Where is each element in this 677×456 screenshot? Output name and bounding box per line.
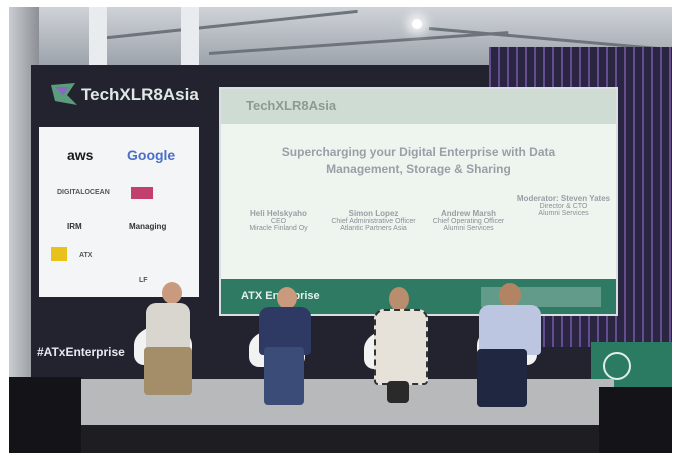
- speaker-org: Miracle Finland Oy: [249, 225, 308, 232]
- stage-speaker: [9, 377, 81, 453]
- legs: [387, 381, 409, 403]
- legs: [477, 349, 527, 407]
- pillar: [181, 7, 199, 67]
- speaker-card: Moderator: Steven Yates Director & CTO A…: [516, 194, 611, 217]
- speaker-role: CEO: [270, 218, 287, 225]
- sponsor-circle-icon: [603, 352, 631, 380]
- speaker-role: Chief Administrative Officer: [331, 218, 416, 225]
- speaker-name: Andrew Marsh: [440, 209, 497, 218]
- session-title: Supercharging your Digital Enterprise wi…: [251, 144, 586, 178]
- torso: [479, 305, 541, 355]
- screen-brand: TechXLR8Asia: [246, 98, 337, 113]
- stage-speaker: [599, 387, 672, 453]
- pillar: [89, 7, 107, 67]
- head: [389, 287, 409, 311]
- head: [499, 283, 521, 307]
- torso: [146, 303, 190, 353]
- sponsor-google: Google: [127, 147, 176, 163]
- speaker-name: Heli Helskyaho: [250, 209, 307, 218]
- ceiling-beam: [98, 9, 358, 40]
- ceiling-beam: [208, 31, 509, 55]
- sponsor-logo-mark: [131, 187, 153, 199]
- stage-front: [9, 425, 672, 453]
- sponsor-lf: LF: [139, 277, 148, 284]
- head: [162, 282, 182, 304]
- sponsor-irm: IRM: [67, 222, 82, 231]
- event-logo-icon: [51, 83, 77, 105]
- speaker-role: Director & CTO: [539, 203, 588, 210]
- presentation-screen: TechXLR8Asia Supercharging your Digital …: [219, 87, 618, 316]
- speaker-org: Alumni Services: [538, 210, 589, 217]
- session-title-line1: Supercharging your Digital Enterprise wi…: [281, 145, 556, 159]
- sponsor-logo-mark: [51, 247, 67, 261]
- speaker-org: Alumni Services: [443, 225, 494, 232]
- dress: [374, 309, 428, 385]
- speaker-name: Moderator: Steven Yates: [516, 194, 611, 203]
- session-title-line2: Management, Storage & Sharing: [326, 162, 511, 176]
- conference-photo: TechXLR8Asia aws Google DIGITALOCEAN IRM…: [9, 7, 672, 453]
- sponsor-aws: aws: [67, 147, 94, 163]
- sponsor-digitalocean: DIGITALOCEAN: [57, 189, 110, 196]
- sponsor-managing: Managing: [129, 222, 167, 231]
- speaker-role: Chief Operating Officer: [432, 218, 505, 225]
- head: [277, 287, 297, 309]
- speaker-card: Heli Helskyaho CEO Miracle Finland Oy: [231, 209, 326, 232]
- screen-header: TechXLR8Asia: [221, 89, 616, 124]
- speaker-name: Simon Lopez: [348, 209, 399, 218]
- legs: [144, 347, 192, 395]
- speaker-org: Atlantic Partners Asia: [340, 225, 407, 232]
- event-hashtag: #ATxEnterprise: [37, 345, 125, 359]
- speaker-card: Andrew Marsh Chief Operating Officer Alu…: [421, 209, 516, 232]
- ceiling-light: [412, 19, 422, 29]
- sponsor-atx: ATX: [79, 252, 93, 259]
- legs: [264, 347, 304, 405]
- sponsor-board: aws Google DIGITALOCEAN IRM Managing ATX…: [39, 127, 199, 297]
- event-brand: TechXLR8Asia: [81, 85, 199, 104]
- stage-floor: [59, 379, 614, 431]
- speaker-card: Simon Lopez Chief Administrative Officer…: [326, 209, 421, 232]
